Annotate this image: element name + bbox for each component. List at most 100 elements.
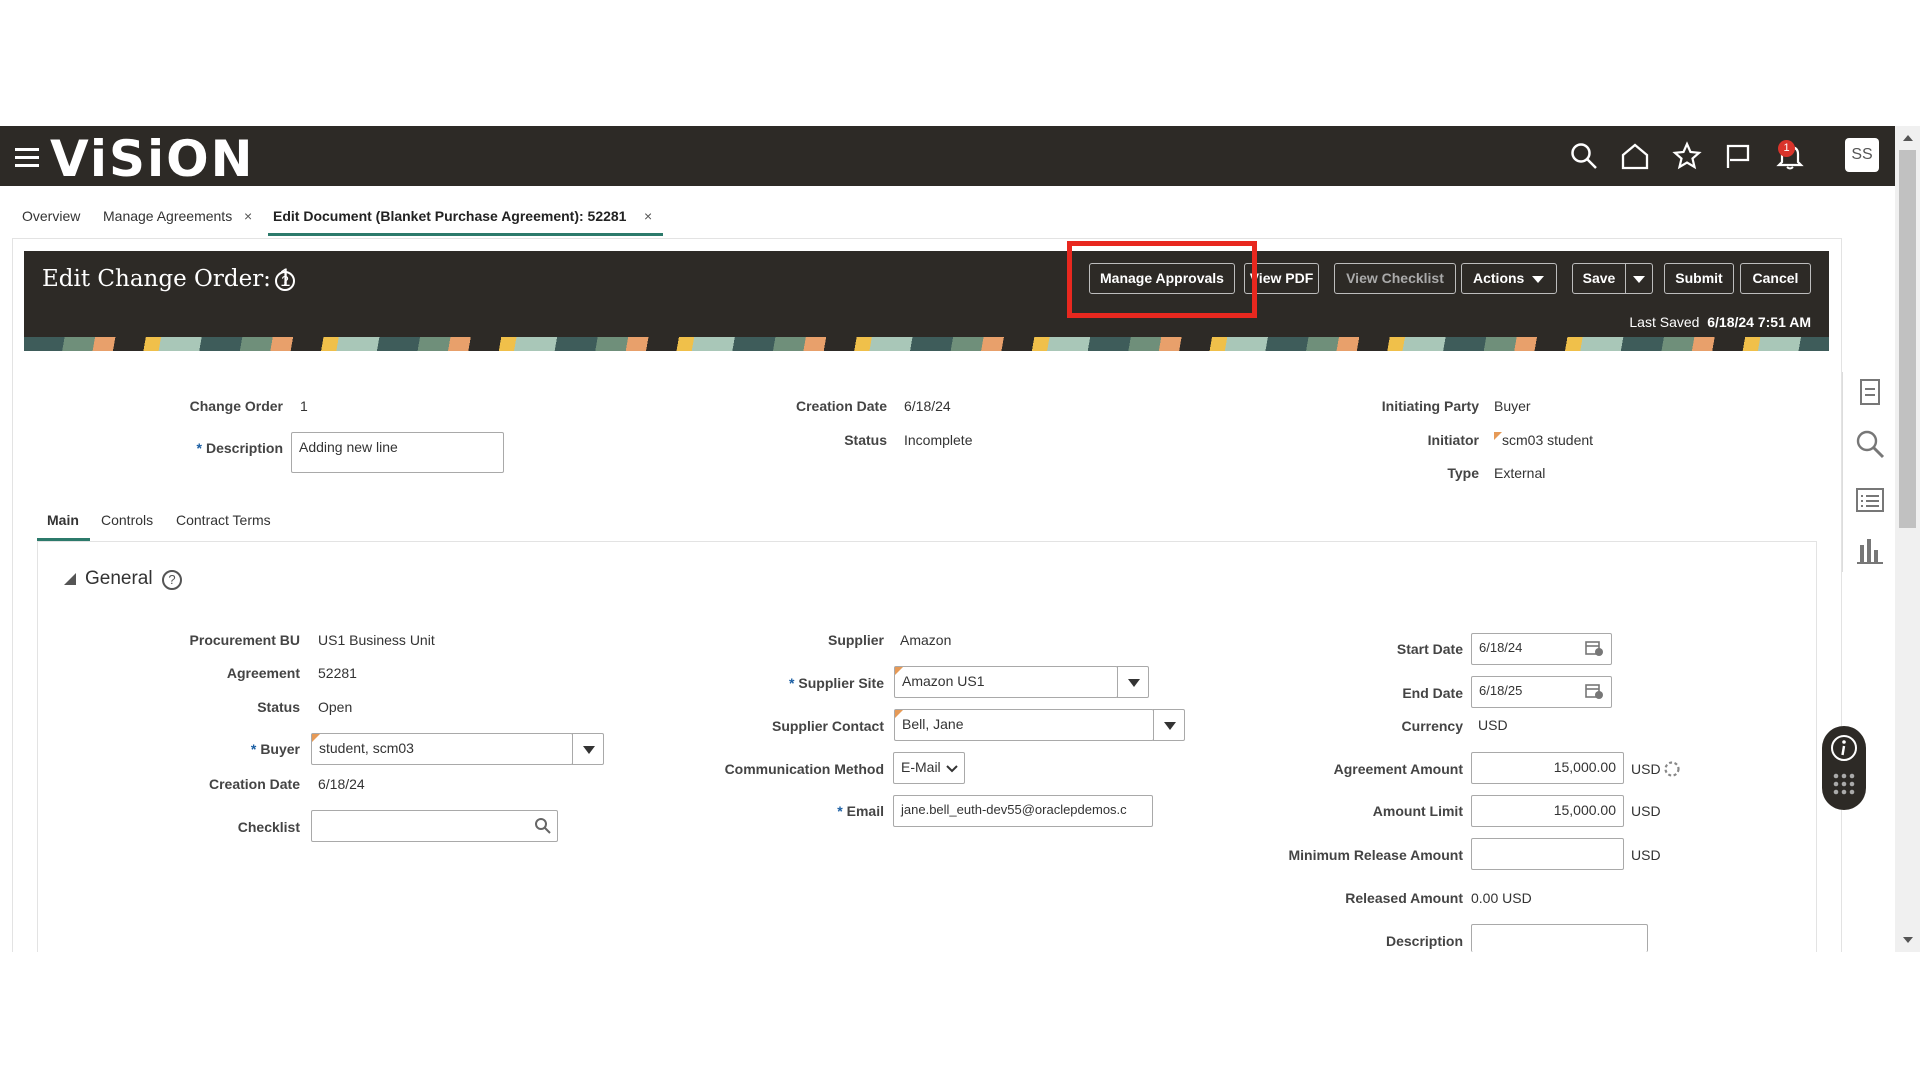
type-label: Type [1447, 465, 1479, 481]
buyer-label: * Buyer [250, 741, 300, 757]
min-release-amount-currency: USD [1631, 847, 1661, 863]
general-description-input[interactable] [1471, 924, 1648, 952]
tab-contract-terms[interactable]: Contract Terms [176, 512, 271, 528]
save-menu-button[interactable] [1625, 263, 1653, 294]
amount-limit-input[interactable]: 15,000.00 [1471, 795, 1624, 827]
tab-overview[interactable]: Overview [22, 208, 80, 224]
chevron-down-icon [946, 765, 958, 773]
supplier-contact-dropdown-button[interactable] [1153, 709, 1185, 741]
supplier-value: Amazon [900, 632, 952, 648]
communication-method-select[interactable]: E-Mail [893, 752, 965, 784]
creation-date-label: Creation Date [795, 398, 887, 414]
description-field[interactable]: Adding new line [291, 432, 504, 473]
calendar-icon[interactable] [1584, 681, 1604, 701]
general-section [37, 541, 1817, 952]
cancel-button[interactable]: Cancel [1740, 263, 1811, 294]
user-avatar[interactable]: SS [1845, 138, 1879, 172]
info-icon[interactable] [1829, 733, 1859, 763]
general-title: General [85, 568, 153, 589]
page-title: Edit Change Order: 1 [42, 266, 293, 292]
buyer-input[interactable]: student, scm03 [311, 733, 573, 765]
supplier-contact-input[interactable]: Bell, Jane [894, 709, 1154, 741]
list-icon[interactable] [1854, 484, 1886, 516]
released-amount-label: Released Amount [1345, 890, 1463, 906]
search-icon[interactable] [1854, 428, 1886, 460]
flag-marker-icon [895, 667, 903, 675]
bar-chart-icon[interactable] [1854, 535, 1886, 567]
collapse-triangle-icon[interactable] [64, 573, 76, 585]
close-tab-edit-document-icon[interactable]: × [644, 208, 652, 224]
last-saved: Last Saved 6/18/24 7:51 AM [1629, 314, 1811, 330]
supplier-contact-label: Supplier Contact [771, 718, 884, 734]
scrollbar-thumb[interactable] [1899, 150, 1916, 528]
hamburger-icon[interactable] [15, 148, 39, 168]
keypad-icon[interactable] [1832, 772, 1856, 800]
help-icon[interactable]: ? [275, 271, 295, 291]
vision-logo[interactable]: ViSiON [50, 130, 254, 188]
buyer-dropdown-button[interactable] [572, 733, 604, 765]
agreement-amount-currency: USD [1631, 761, 1661, 777]
email-label: * Email [837, 803, 884, 819]
active-tab-underline [268, 233, 663, 236]
save-button[interactable]: Save [1572, 263, 1626, 294]
search-icon[interactable] [534, 817, 552, 835]
decorative-banner [24, 337, 1829, 351]
scroll-down-icon[interactable] [1902, 936, 1914, 944]
supplier-label: Supplier [827, 632, 884, 648]
calendar-icon[interactable] [1584, 638, 1604, 658]
change-order-value: 1 [300, 398, 308, 414]
agreement-value: 52281 [318, 665, 357, 681]
flag-icon[interactable] [1723, 141, 1753, 171]
supplier-site-dropdown-button[interactable] [1117, 666, 1149, 698]
initiator-label: Initiator [1427, 432, 1479, 448]
actions-label: Actions [1473, 270, 1525, 286]
end-date-label: End Date [1402, 685, 1463, 701]
status-label: Status [844, 432, 887, 448]
close-tab-manage-agreements-icon[interactable]: × [244, 208, 252, 224]
checklist-input[interactable] [311, 810, 558, 842]
scroll-up-icon[interactable] [1902, 134, 1914, 142]
page-header: Edit Change Order: 1 ? Manage Approvals … [24, 251, 1829, 351]
agreement-label: Agreement [226, 665, 300, 681]
description-label: * Description [196, 440, 283, 456]
status-value-general: Open [318, 699, 353, 715]
help-assistant-widget[interactable] [1822, 726, 1866, 810]
released-amount-value: 0.00 USD [1471, 890, 1532, 906]
tab-main[interactable]: Main [47, 512, 79, 528]
general-description-label: Description [1385, 933, 1463, 949]
initiating-party-label: Initiating Party [1381, 398, 1479, 414]
min-release-amount-label: Minimum Release Amount [1288, 847, 1463, 863]
procurement-bu-value: US1 Business Unit [318, 632, 435, 648]
tab-edit-document[interactable]: Edit Document (Blanket Purchase Agreemen… [273, 208, 626, 224]
last-saved-label: Last Saved [1629, 314, 1700, 330]
general-help-icon[interactable]: ? [162, 570, 182, 590]
procurement-bu-label: Procurement BU [189, 632, 300, 648]
currency-label: Currency [1401, 718, 1463, 734]
communication-method-label: Communication Method [724, 761, 884, 777]
min-release-amount-input[interactable] [1471, 838, 1624, 870]
currency-value: USD [1478, 717, 1508, 733]
notification-badge: 1 [1778, 140, 1795, 157]
creation-date-value: 6/18/24 [904, 398, 951, 414]
rail-divider [1842, 372, 1843, 572]
creation-date-label-general: Creation Date [208, 776, 300, 792]
search-icon[interactable] [1569, 141, 1599, 171]
highlight-box [1067, 241, 1257, 318]
home-icon[interactable] [1620, 141, 1650, 171]
creation-date-value-general: 6/18/24 [318, 776, 365, 792]
email-input[interactable]: jane.bell_euth-dev55@oraclepdemos.c [893, 795, 1153, 827]
communication-method-value: E-Mail [901, 759, 941, 775]
flag-marker-icon [895, 710, 903, 718]
type-value: External [1494, 465, 1546, 481]
agreement-amount-input[interactable]: 15,000.00 [1471, 752, 1624, 784]
status-label-general: Status [257, 699, 300, 715]
tab-manage-agreements[interactable]: Manage Agreements [103, 208, 232, 224]
loading-spinner-icon [1664, 761, 1680, 777]
supplier-site-input[interactable]: Amazon US1 [894, 666, 1118, 698]
actions-menu-button[interactable]: Actions [1461, 263, 1557, 294]
tab-controls[interactable]: Controls [101, 512, 153, 528]
star-icon[interactable] [1672, 141, 1702, 171]
submit-button[interactable]: Submit [1664, 263, 1734, 294]
document-icon[interactable] [1854, 376, 1886, 408]
initiator-value[interactable]: scm03 student [1502, 432, 1593, 448]
